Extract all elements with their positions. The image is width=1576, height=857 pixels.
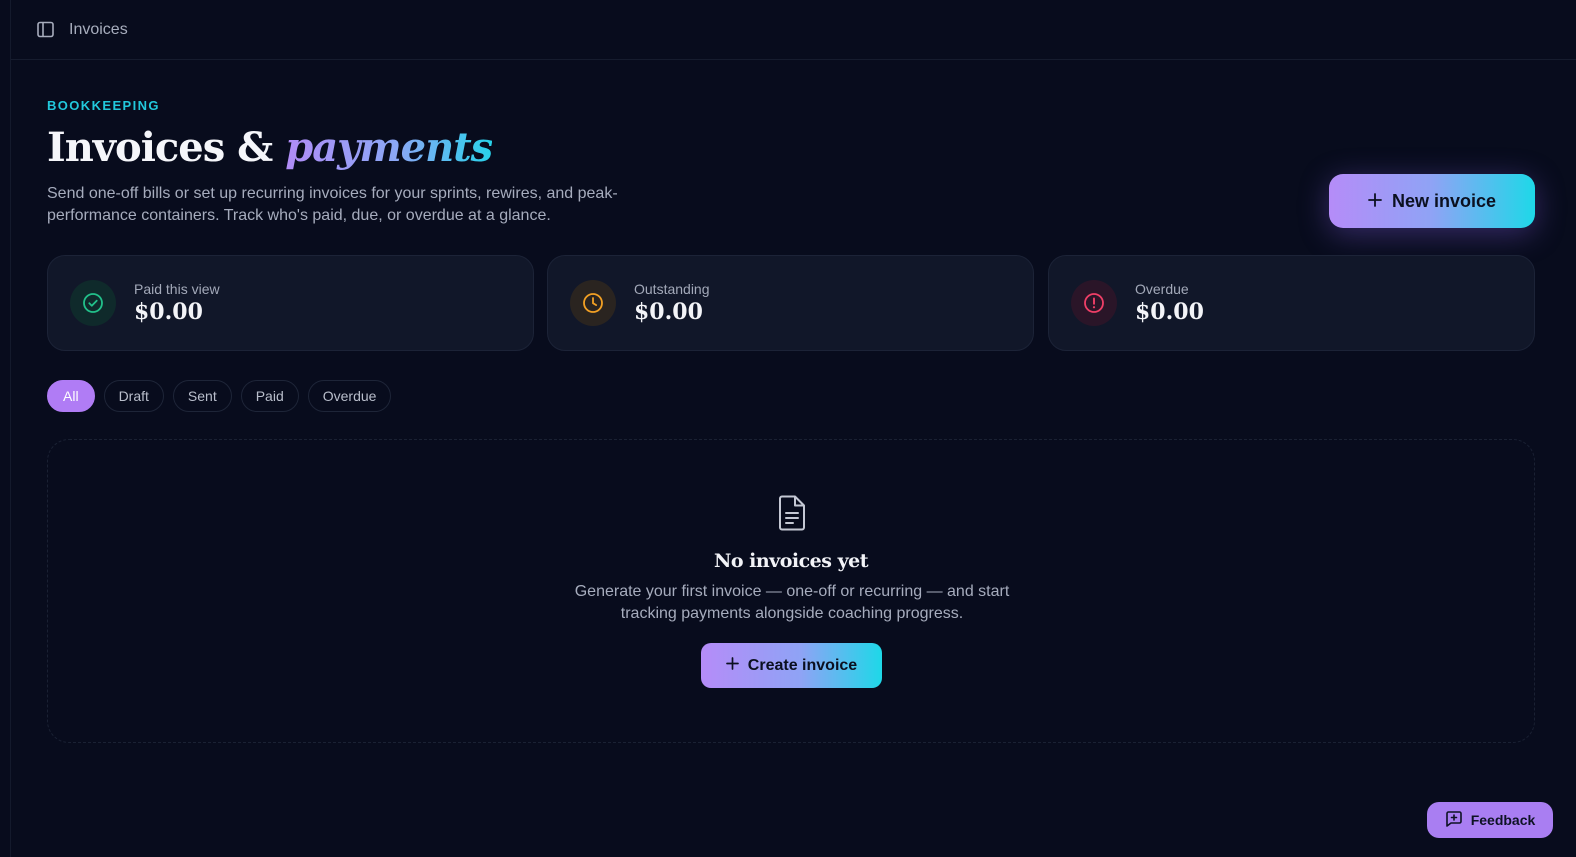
stat-value: $0.00 [134,299,203,325]
status-filter-tabs: All Draft Sent Paid Overdue [47,380,392,412]
page-title-accent: payments [285,124,493,171]
new-invoice-button[interactable]: New invoice [1329,174,1535,228]
filter-overdue[interactable]: Overdue [307,380,392,412]
stat-label: Paid this view [134,281,220,297]
stat-label: Overdue [1135,281,1189,297]
empty-state-title: No invoices yet [714,550,869,572]
sidebar-panel-icon[interactable] [36,21,54,39]
stat-value: $0.00 [1135,299,1204,325]
plus-icon [725,656,739,675]
create-invoice-button[interactable]: Create invoice [701,643,882,688]
clock-icon [570,280,616,326]
filter-paid[interactable]: Paid [240,380,299,412]
filter-draft[interactable]: Draft [103,380,164,412]
stat-card-overdue: Overdue $0.00 [1048,255,1535,351]
file-text-icon [776,495,808,531]
empty-state-description: Generate your first invoice — one-off or… [574,583,1010,622]
stat-card-outstanding: Outstanding $0.00 [547,255,1034,351]
filter-sent[interactable]: Sent [172,380,232,412]
check-circle-icon [70,280,116,326]
create-invoice-label: Create invoice [747,656,858,674]
stats-row: Paid this view $0.00 Outstanding $0.00 O… [47,255,1535,351]
new-invoice-label: New invoice [1391,190,1497,211]
section-eyebrow: BOOKKEEPING [47,98,160,113]
alert-circle-icon [1071,280,1117,326]
feedback-label: Feedback [1470,812,1536,828]
message-plus-icon [1445,810,1463,830]
empty-state: No invoices yet Generate your first invo… [47,439,1535,743]
stat-card-paid: Paid this view $0.00 [47,255,534,351]
top-bar: Invoices [11,0,1576,60]
filter-all[interactable]: All [47,380,95,412]
stat-value: $0.00 [634,299,703,325]
stat-label: Outstanding [634,281,710,297]
topbar-title: Invoices [69,20,128,38]
page-title-main: Invoices & [47,124,273,171]
page-title: Invoices & payments [47,124,493,171]
page-subtitle: Send one-off bills or set up recurring i… [47,185,618,224]
plus-icon [1368,191,1382,212]
left-rail [0,0,11,857]
feedback-button[interactable]: Feedback [1427,802,1553,838]
